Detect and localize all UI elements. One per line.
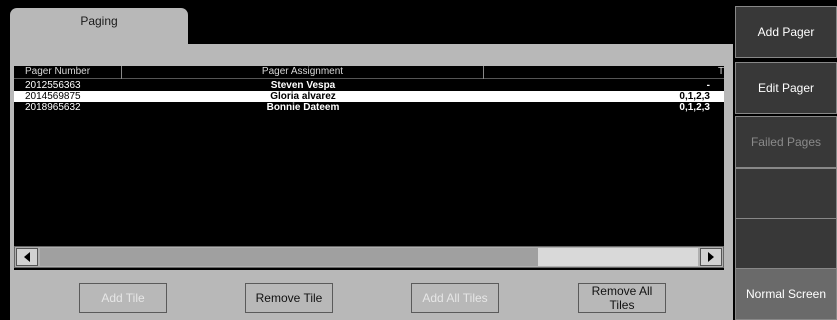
scroll-right-button[interactable] (700, 248, 722, 266)
edit-pager-button[interactable]: Edit Pager (735, 62, 837, 114)
cell-pager-number: 2012556363 (25, 80, 81, 91)
table-body: 2012556363 Steven Vespa - 2014569875 Glo… (14, 80, 724, 113)
remove-tile-button[interactable]: Remove Tile (245, 283, 333, 313)
cell-pager-assignment: Gloria alvarez (270, 91, 336, 102)
column-header-pager-assignment[interactable]: Pager Assignment (122, 66, 484, 79)
cell-pager-number: 2014569875 (25, 91, 81, 102)
cell-tiles: - (706, 80, 710, 91)
arrow-left-icon (24, 252, 30, 262)
blank-menu-button[interactable] (735, 218, 837, 270)
scroll-left-button[interactable] (16, 248, 38, 266)
tab-strip: Paging (0, 0, 733, 44)
table-row[interactable]: 2018965632 Bonnie Dateem 0,1,2,3 (14, 102, 724, 113)
scrollbar-track[interactable] (40, 248, 698, 266)
cell-pager-assignment: Steven Vespa (270, 80, 336, 91)
table-row[interactable]: 2012556363 Steven Vespa - (14, 80, 724, 91)
horizontal-scrollbar[interactable] (14, 246, 724, 268)
column-header-pager-number[interactable]: Pager Number (14, 66, 122, 79)
cell-tiles: 0,1,2,3 (679, 102, 710, 113)
remove-all-tiles-button[interactable]: Remove All Tiles (578, 283, 666, 313)
side-menu: Add Pager Edit Pager Failed Pages Normal… (733, 0, 837, 320)
table-header: Pager Number Pager Assignment Ti (14, 66, 724, 79)
table-row-selected[interactable]: 2014569875 Gloria alvarez 0,1,2,3 (14, 91, 724, 102)
cell-pager-assignment: Bonnie Dateem (266, 102, 340, 113)
failed-pages-button[interactable]: Failed Pages (735, 116, 837, 168)
scrollbar-thumb[interactable] (538, 248, 698, 266)
add-tile-button[interactable]: Add Tile (79, 283, 167, 313)
cell-pager-number: 2018965632 (25, 102, 81, 113)
tab-paging[interactable]: Paging (10, 8, 188, 44)
column-header-tiles[interactable]: Ti (484, 66, 724, 79)
arrow-right-icon (708, 252, 714, 262)
cell-tiles: 0,1,2,3 (679, 91, 710, 102)
add-pager-button[interactable]: Add Pager (735, 6, 837, 58)
blank-menu-button[interactable] (735, 168, 837, 220)
pager-table: Pager Number Pager Assignment Ti 2012556… (14, 66, 724, 270)
normal-screen-button[interactable]: Normal Screen (735, 268, 837, 320)
add-all-tiles-button[interactable]: Add All Tiles (411, 283, 499, 313)
